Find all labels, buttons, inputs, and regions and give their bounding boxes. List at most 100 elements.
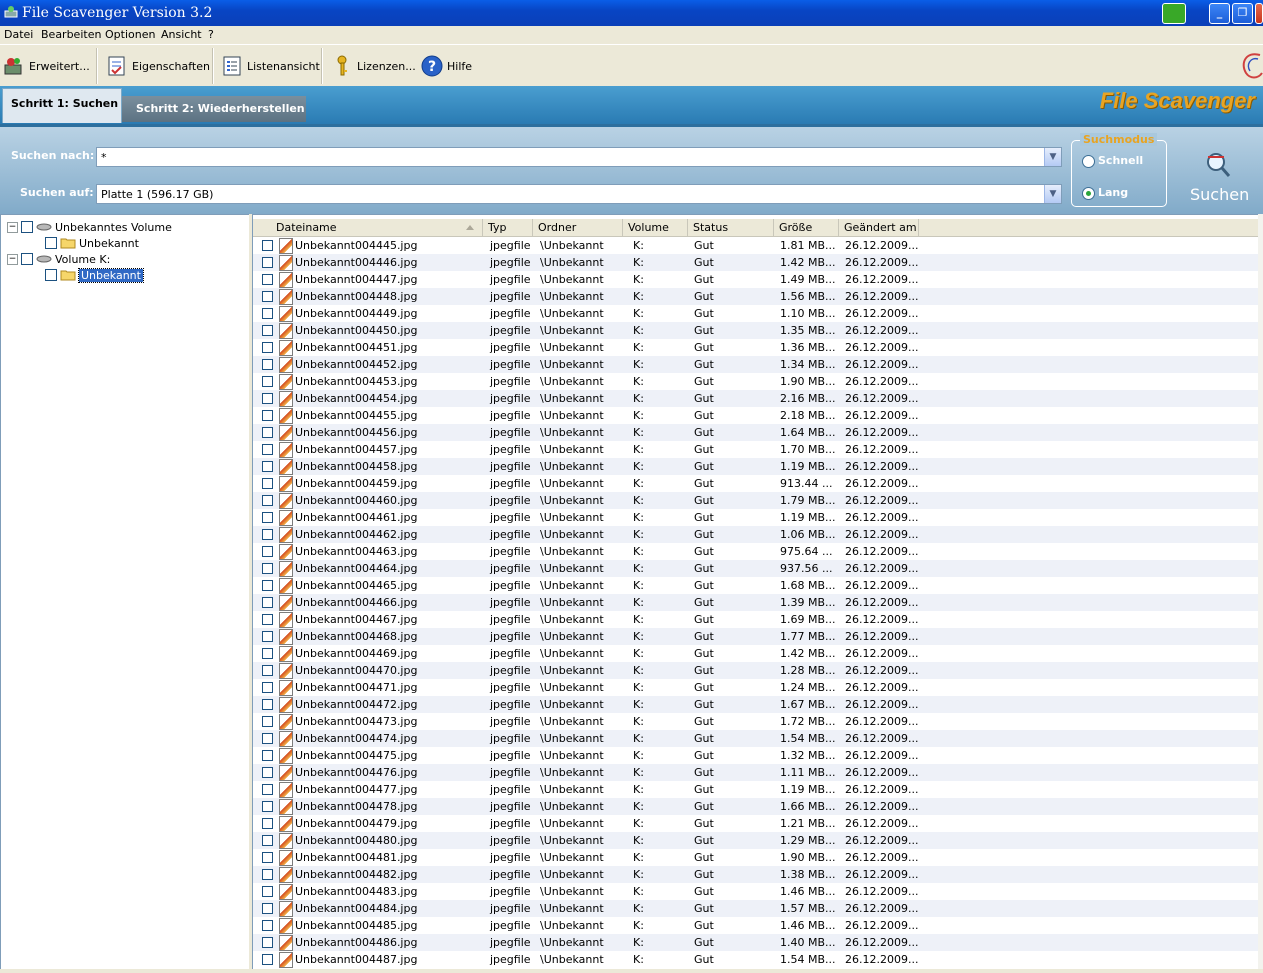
row-checkbox[interactable] — [262, 342, 273, 353]
table-row[interactable]: Unbekannt004480.jpg jpegfile \Unbekannt K: G… — [253, 832, 1259, 849]
table-row[interactable]: Unbekannt004465.jpg jpegfile \Unbekannt K: G… — [253, 577, 1259, 594]
row-checkbox[interactable] — [262, 308, 273, 319]
table-row[interactable]: Unbekannt004459.jpg jpegfile \Unbekannt K: G… — [253, 475, 1259, 492]
row-checkbox[interactable] — [262, 444, 273, 455]
row-checkbox[interactable] — [262, 648, 273, 659]
mode-fast-radio[interactable] — [1082, 155, 1095, 168]
title-bar[interactable]: File Scavenger Version 3.2 _ ❐ — [0, 0, 1263, 26]
search-in-dropdown-button[interactable]: ▼ — [1044, 185, 1061, 203]
row-checkbox[interactable] — [262, 291, 273, 302]
table-row[interactable]: Unbekannt004479.jpg jpegfile \Unbekannt K: G… — [253, 815, 1259, 832]
tree-checkbox[interactable] — [21, 253, 33, 265]
table-row[interactable]: Unbekannt004482.jpg jpegfile \Unbekannt K: G… — [253, 866, 1259, 883]
listview-button[interactable]: Listenansicht — [221, 53, 320, 79]
table-row[interactable]: Unbekannt004485.jpg jpegfile \Unbekannt K: G… — [253, 917, 1259, 934]
row-checkbox[interactable] — [262, 495, 273, 506]
tree-node-unknown-folder-1[interactable]: Unbekannt — [45, 235, 139, 251]
search-button[interactable]: Suchen — [1186, 147, 1256, 207]
row-checkbox[interactable] — [262, 954, 273, 965]
tab-step1-search[interactable]: Schritt 1: Suchen — [2, 88, 122, 123]
row-checkbox[interactable] — [262, 784, 273, 795]
column-header-modified[interactable]: Geändert am — [839, 219, 919, 236]
column-header-folder[interactable]: Ordner — [533, 219, 623, 236]
row-checkbox[interactable] — [262, 393, 273, 404]
table-row[interactable]: Unbekannt004475.jpg jpegfile \Unbekannt K: G… — [253, 747, 1259, 764]
table-row[interactable]: Unbekannt004446.jpg jpegfile \Unbekannt K: G… — [253, 254, 1259, 271]
table-row[interactable]: Unbekannt004467.jpg jpegfile \Unbekannt K: G… — [253, 611, 1259, 628]
row-checkbox[interactable] — [262, 716, 273, 727]
menu-help[interactable]: ? — [208, 28, 214, 41]
row-checkbox[interactable] — [262, 325, 273, 336]
row-checkbox[interactable] — [262, 699, 273, 710]
table-row[interactable]: Unbekannt004478.jpg jpegfile \Unbekannt K: G… — [253, 798, 1259, 815]
properties-button[interactable]: Eigenschaften — [106, 53, 210, 79]
table-row[interactable]: Unbekannt004456.jpg jpegfile \Unbekannt K: G… — [253, 424, 1259, 441]
row-checkbox[interactable] — [262, 818, 273, 829]
table-row[interactable]: Unbekannt004474.jpg jpegfile \Unbekannt K: G… — [253, 730, 1259, 747]
column-header-status[interactable]: Status — [688, 219, 774, 236]
row-checkbox[interactable] — [262, 852, 273, 863]
row-checkbox[interactable] — [262, 767, 273, 778]
table-row[interactable]: Unbekannt004454.jpg jpegfile \Unbekannt K: G… — [253, 390, 1259, 407]
row-checkbox[interactable] — [262, 512, 273, 523]
column-header-filename[interactable]: Dateiname — [271, 219, 483, 236]
table-row[interactable]: Unbekannt004481.jpg jpegfile \Unbekannt K: G… — [253, 849, 1259, 866]
row-checkbox[interactable] — [262, 733, 273, 744]
table-row[interactable]: Unbekannt004483.jpg jpegfile \Unbekannt K: G… — [253, 883, 1259, 900]
table-row[interactable]: Unbekannt004473.jpg jpegfile \Unbekannt K: G… — [253, 713, 1259, 730]
mode-long-radio[interactable] — [1082, 187, 1095, 200]
vertical-scrollbar[interactable] — [1258, 214, 1263, 969]
table-row[interactable]: Unbekannt004458.jpg jpegfile \Unbekannt K: G… — [253, 458, 1259, 475]
tree-checkbox[interactable] — [45, 269, 57, 281]
menu-bearbeiten[interactable]: Bearbeiten — [41, 28, 101, 41]
row-checkbox[interactable] — [262, 410, 273, 421]
table-row[interactable]: Unbekannt004449.jpg jpegfile \Unbekannt K: G… — [253, 305, 1259, 322]
table-row[interactable]: Unbekannt004466.jpg jpegfile \Unbekannt K: G… — [253, 594, 1259, 611]
row-checkbox[interactable] — [262, 563, 273, 574]
menu-ansicht[interactable]: Ansicht — [161, 28, 202, 41]
row-checkbox[interactable] — [262, 274, 273, 285]
row-checkbox[interactable] — [262, 614, 273, 625]
table-row[interactable]: Unbekannt004453.jpg jpegfile \Unbekannt K: G… — [253, 373, 1259, 390]
row-checkbox[interactable] — [262, 546, 273, 557]
licenses-button[interactable]: Lizenzen... — [331, 53, 416, 79]
search-for-dropdown-button[interactable]: ▼ — [1044, 148, 1061, 166]
table-row[interactable]: Unbekannt004463.jpg jpegfile \Unbekannt K: G… — [253, 543, 1259, 560]
row-checkbox[interactable] — [262, 631, 273, 642]
menu-datei[interactable]: Datei — [4, 28, 33, 41]
row-checkbox[interactable] — [262, 240, 273, 251]
row-checkbox[interactable] — [262, 801, 273, 812]
table-row[interactable]: Unbekannt004462.jpg jpegfile \Unbekannt K: G… — [253, 526, 1259, 543]
row-checkbox[interactable] — [262, 682, 273, 693]
help-button[interactable]: ? Hilfe — [421, 53, 472, 79]
table-row[interactable]: Unbekannt004452.jpg jpegfile \Unbekannt K: G… — [253, 356, 1259, 373]
search-in-select[interactable]: Platte 1 (596.17 GB) ▼ — [96, 184, 1062, 204]
column-header-volume[interactable]: Volume — [623, 219, 688, 236]
minimize-button[interactable]: _ — [1209, 3, 1230, 24]
row-checkbox[interactable] — [262, 597, 273, 608]
table-row[interactable]: Unbekannt004477.jpg jpegfile \Unbekannt K: G… — [253, 781, 1259, 798]
table-row[interactable]: Unbekannt004484.jpg jpegfile \Unbekannt K: G… — [253, 900, 1259, 917]
table-row[interactable]: Unbekannt004460.jpg jpegfile \Unbekannt K: G… — [253, 492, 1259, 509]
row-checkbox[interactable] — [262, 461, 273, 472]
row-checkbox[interactable] — [262, 257, 273, 268]
tree-node-unknown-folder-2[interactable]: Unbekannt — [45, 267, 144, 283]
table-row[interactable]: Unbekannt004451.jpg jpegfile \Unbekannt K: G… — [253, 339, 1259, 356]
row-checkbox[interactable] — [262, 886, 273, 897]
collapse-icon[interactable]: − — [7, 221, 18, 233]
mode-long-label[interactable]: Lang — [1098, 186, 1128, 199]
row-checkbox[interactable] — [262, 478, 273, 489]
row-checkbox[interactable] — [262, 903, 273, 914]
row-checkbox[interactable] — [262, 835, 273, 846]
table-row[interactable]: Unbekannt004450.jpg jpegfile \Unbekannt K: G… — [253, 322, 1259, 339]
tray-status-icon[interactable] — [1162, 3, 1186, 24]
row-checkbox[interactable] — [262, 529, 273, 540]
table-row[interactable]: Unbekannt004486.jpg jpegfile \Unbekannt K: G… — [253, 934, 1259, 951]
table-row[interactable]: Unbekannt004469.jpg jpegfile \Unbekannt K: G… — [253, 645, 1259, 662]
restore-button[interactable]: ❐ — [1232, 3, 1253, 24]
row-checkbox[interactable] — [262, 937, 273, 948]
table-row[interactable]: Unbekannt004468.jpg jpegfile \Unbekannt K: G… — [253, 628, 1259, 645]
row-checkbox[interactable] — [262, 427, 273, 438]
table-row[interactable]: Unbekannt004445.jpg jpegfile \Unbekannt K: G… — [253, 237, 1259, 254]
column-header-size[interactable]: Größe — [774, 219, 839, 236]
